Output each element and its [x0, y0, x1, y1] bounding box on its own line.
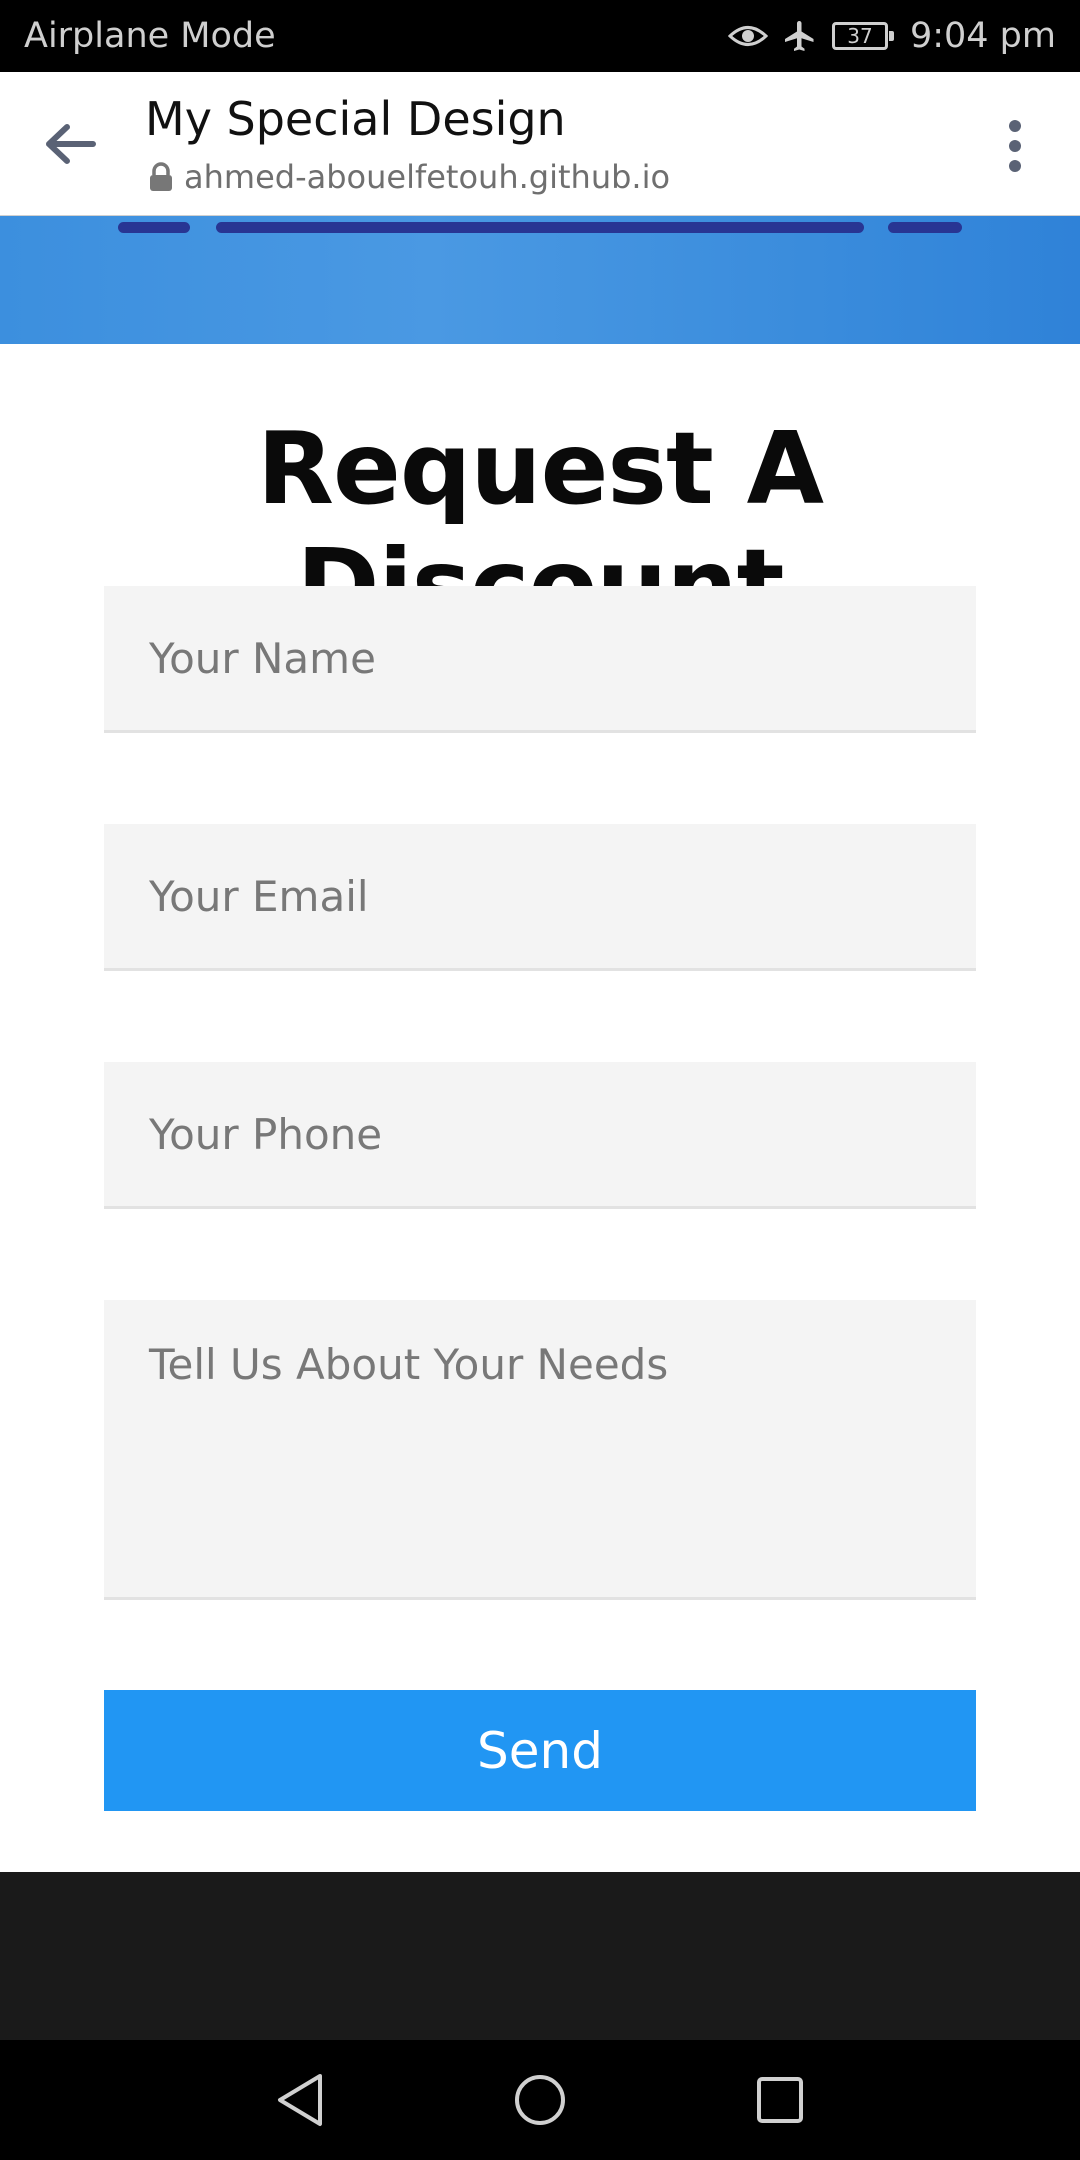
back-button[interactable]: [36, 112, 106, 176]
menu-dot: [1009, 120, 1021, 132]
page-title: My Special Design: [145, 92, 566, 146]
clock: 9:04 pm: [909, 16, 1056, 56]
hero-strip: [0, 216, 1080, 344]
nav-indicator: [118, 222, 190, 233]
phone-field[interactable]: [104, 1062, 976, 1209]
page-footer: [0, 1872, 1080, 2040]
status-icons: 37 9:04 pm: [727, 0, 1056, 72]
status-bar: Airplane Mode 37 9:04 pm: [0, 0, 1080, 72]
needs-field[interactable]: [104, 1300, 976, 1600]
nav-indicator: [888, 222, 962, 233]
name-field[interactable]: [104, 586, 976, 733]
nav-indicator: [216, 222, 864, 233]
back-arrow-icon: [46, 124, 96, 164]
nav-home-button[interactable]: [495, 2055, 585, 2145]
menu-dot: [1009, 140, 1021, 152]
nav-back-icon: [278, 2074, 322, 2126]
battery-icon: 37: [831, 22, 894, 50]
email-field[interactable]: [104, 824, 976, 971]
nav-back-button[interactable]: [255, 2055, 345, 2145]
nav-home-icon: [515, 2075, 565, 2125]
send-button[interactable]: Send: [104, 1690, 976, 1811]
browser-toolbar: My Special Design ahmed-abouelfetouh.git…: [0, 72, 1080, 216]
menu-dot: [1009, 160, 1021, 172]
page-url[interactable]: ahmed-abouelfetouh.github.io: [148, 158, 670, 196]
nav-recents-icon: [757, 2077, 803, 2123]
more-vert-icon[interactable]: [1000, 114, 1030, 178]
lock-icon: [150, 162, 172, 191]
url-text: ahmed-abouelfetouh.github.io: [184, 158, 671, 196]
eye-icon: [727, 21, 768, 51]
airplane-icon: [782, 18, 818, 54]
system-nav-bar: [0, 2040, 1080, 2160]
airplane-mode-label: Airplane Mode: [24, 16, 276, 56]
nav-recents-button[interactable]: [735, 2055, 825, 2145]
